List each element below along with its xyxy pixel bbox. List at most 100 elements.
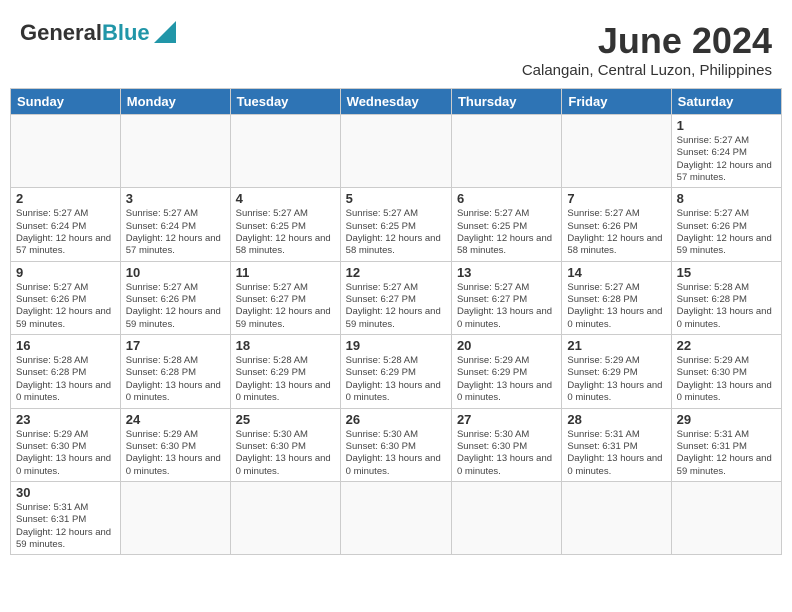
day-info: Sunrise: 5:31 AM Sunset: 6:31 PM Dayligh… <box>16 502 115 551</box>
day-info: Sunrise: 5:29 AM Sunset: 6:29 PM Dayligh… <box>457 355 556 404</box>
day-info: Sunrise: 5:27 AM Sunset: 6:25 PM Dayligh… <box>457 208 556 257</box>
day-number: 16 <box>16 338 115 353</box>
day-info: Sunrise: 5:27 AM Sunset: 6:26 PM Dayligh… <box>567 208 665 257</box>
calendar-cell: 24Sunrise: 5:29 AM Sunset: 6:30 PM Dayli… <box>120 408 230 481</box>
day-number: 20 <box>457 338 556 353</box>
calendar-cell: 2 Sunrise: 5:27 AM Sunset: 6:24 PM Daylig… <box>11 188 121 261</box>
day-info: Sunrise: 5:29 AM Sunset: 6:29 PM Dayligh… <box>567 355 665 404</box>
day-info: Sunrise: 5:27 AM Sunset: 6:25 PM Dayligh… <box>346 208 446 257</box>
calendar-cell <box>562 481 671 554</box>
logo-text: GeneralBlue <box>20 20 150 46</box>
day-number: 19 <box>346 338 446 353</box>
day-info: Sunrise: 5:31 AM Sunset: 6:31 PM Dayligh… <box>677 429 776 478</box>
day-number: 27 <box>457 412 556 427</box>
header: GeneralBlue June 2024 Calangain, Central… <box>10 10 782 84</box>
calendar-week-2: 2 Sunrise: 5:27 AM Sunset: 6:24 PM Daylig… <box>11 188 782 261</box>
calendar-cell: 3Sunrise: 5:27 AM Sunset: 6:24 PM Daylig… <box>120 188 230 261</box>
calendar-cell: 22Sunrise: 5:29 AM Sunset: 6:30 PM Dayli… <box>671 335 781 408</box>
weekday-header-friday: Friday <box>562 89 671 115</box>
day-info: Sunrise: 5:27 AM Sunset: 6:26 PM Dayligh… <box>677 208 776 257</box>
day-number: 6 <box>457 191 556 206</box>
calendar-cell: 10Sunrise: 5:27 AM Sunset: 6:26 PM Dayli… <box>120 261 230 334</box>
day-number: 26 <box>346 412 446 427</box>
day-number: 24 <box>126 412 225 427</box>
weekday-header-monday: Monday <box>120 89 230 115</box>
day-info: Sunrise: 5:27 AM Sunset: 6:28 PM Dayligh… <box>567 282 665 331</box>
calendar-cell <box>230 481 340 554</box>
day-number: 25 <box>236 412 335 427</box>
calendar-cell: 6 Sunrise: 5:27 AM Sunset: 6:25 PM Daylig… <box>451 188 561 261</box>
calendar-cell: 19 Sunrise: 5:28 AM Sunset: 6:29 PM Dayli… <box>340 335 451 408</box>
day-number: 23 <box>16 412 115 427</box>
calendar-cell: 21 Sunrise: 5:29 AM Sunset: 6:29 PM Dayli… <box>562 335 671 408</box>
calendar-cell: 17Sunrise: 5:28 AM Sunset: 6:28 PM Dayli… <box>120 335 230 408</box>
calendar-cell <box>120 481 230 554</box>
day-number: 4 <box>236 191 335 206</box>
calendar-cell <box>340 115 451 188</box>
day-number: 7 <box>567 191 665 206</box>
day-number: 28 <box>567 412 665 427</box>
calendar-cell: 16 Sunrise: 5:28 AM Sunset: 6:28 PM Dayli… <box>11 335 121 408</box>
calendar-cell: 18Sunrise: 5:28 AM Sunset: 6:29 PM Dayli… <box>230 335 340 408</box>
calendar-cell: 7 Sunrise: 5:27 AM Sunset: 6:26 PM Daylig… <box>562 188 671 261</box>
calendar-cell <box>562 115 671 188</box>
day-number: 13 <box>457 265 556 280</box>
calendar-cell: 12Sunrise: 5:27 AM Sunset: 6:27 PM Dayli… <box>340 261 451 334</box>
weekday-header-thursday: Thursday <box>451 89 561 115</box>
calendar-cell: 1Sunrise: 5:27 AM Sunset: 6:24 PM Daylig… <box>671 115 781 188</box>
day-number: 9 <box>16 265 115 280</box>
calendar-cell <box>340 481 451 554</box>
day-info: Sunrise: 5:27 AM Sunset: 6:25 PM Dayligh… <box>236 208 335 257</box>
day-info: Sunrise: 5:27 AM Sunset: 6:26 PM Dayligh… <box>126 282 225 331</box>
calendar-cell: 27 Sunrise: 5:30 AM Sunset: 6:30 PM Dayli… <box>451 408 561 481</box>
calendar-cell: 15 Sunrise: 5:28 AM Sunset: 6:28 PM Dayli… <box>671 261 781 334</box>
day-number: 15 <box>677 265 776 280</box>
title-area: June 2024 Calangain, Central Luzon, Phil… <box>522 20 772 79</box>
day-number: 21 <box>567 338 665 353</box>
day-number: 14 <box>567 265 665 280</box>
location-subtitle: Calangain, Central Luzon, Philippines <box>522 62 772 79</box>
calendar-cell <box>451 115 561 188</box>
calendar-cell <box>451 481 561 554</box>
month-title: June 2024 <box>522 20 772 62</box>
day-info: Sunrise: 5:27 AM Sunset: 6:24 PM Dayligh… <box>16 208 115 257</box>
calendar-cell: 28 Sunrise: 5:31 AM Sunset: 6:31 PM Dayli… <box>562 408 671 481</box>
day-number: 12 <box>346 265 446 280</box>
calendar-cell: 20 Sunrise: 5:29 AM Sunset: 6:29 PM Dayli… <box>451 335 561 408</box>
day-number: 2 <box>16 191 115 206</box>
calendar-week-1: 1Sunrise: 5:27 AM Sunset: 6:24 PM Daylig… <box>11 115 782 188</box>
calendar-cell <box>671 481 781 554</box>
calendar-cell: 14 Sunrise: 5:27 AM Sunset: 6:28 PM Dayli… <box>562 261 671 334</box>
day-info: Sunrise: 5:28 AM Sunset: 6:29 PM Dayligh… <box>346 355 446 404</box>
day-number: 29 <box>677 412 776 427</box>
day-info: Sunrise: 5:30 AM Sunset: 6:30 PM Dayligh… <box>346 429 446 478</box>
calendar-cell: 26 Sunrise: 5:30 AM Sunset: 6:30 PM Dayli… <box>340 408 451 481</box>
day-info: Sunrise: 5:27 AM Sunset: 6:24 PM Dayligh… <box>677 135 776 184</box>
day-number: 8 <box>677 191 776 206</box>
day-info: Sunrise: 5:27 AM Sunset: 6:24 PM Dayligh… <box>126 208 225 257</box>
weekday-header-saturday: Saturday <box>671 89 781 115</box>
calendar-cell <box>120 115 230 188</box>
day-info: Sunrise: 5:28 AM Sunset: 6:28 PM Dayligh… <box>16 355 115 404</box>
day-info: Sunrise: 5:30 AM Sunset: 6:30 PM Dayligh… <box>457 429 556 478</box>
calendar-cell <box>230 115 340 188</box>
calendar-cell: 30 Sunrise: 5:31 AM Sunset: 6:31 PM Dayli… <box>11 481 121 554</box>
day-info: Sunrise: 5:29 AM Sunset: 6:30 PM Dayligh… <box>677 355 776 404</box>
calendar-week-5: 23Sunrise: 5:29 AM Sunset: 6:30 PM Dayli… <box>11 408 782 481</box>
weekday-header-sunday: Sunday <box>11 89 121 115</box>
calendar-cell: 13 Sunrise: 5:27 AM Sunset: 6:27 PM Dayli… <box>451 261 561 334</box>
day-info: Sunrise: 5:27 AM Sunset: 6:26 PM Dayligh… <box>16 282 115 331</box>
calendar-cell: 8 Sunrise: 5:27 AM Sunset: 6:26 PM Daylig… <box>671 188 781 261</box>
day-info: Sunrise: 5:27 AM Sunset: 6:27 PM Dayligh… <box>457 282 556 331</box>
day-number: 11 <box>236 265 335 280</box>
day-number: 30 <box>16 485 115 500</box>
calendar-week-3: 9 Sunrise: 5:27 AM Sunset: 6:26 PM Daylig… <box>11 261 782 334</box>
day-info: Sunrise: 5:31 AM Sunset: 6:31 PM Dayligh… <box>567 429 665 478</box>
day-info: Sunrise: 5:27 AM Sunset: 6:27 PM Dayligh… <box>236 282 335 331</box>
day-number: 5 <box>346 191 446 206</box>
calendar-week-6: 30 Sunrise: 5:31 AM Sunset: 6:31 PM Dayli… <box>11 481 782 554</box>
logo: GeneralBlue <box>20 20 176 46</box>
day-info: Sunrise: 5:28 AM Sunset: 6:28 PM Dayligh… <box>677 282 776 331</box>
day-number: 18 <box>236 338 335 353</box>
calendar-cell: 9 Sunrise: 5:27 AM Sunset: 6:26 PM Daylig… <box>11 261 121 334</box>
